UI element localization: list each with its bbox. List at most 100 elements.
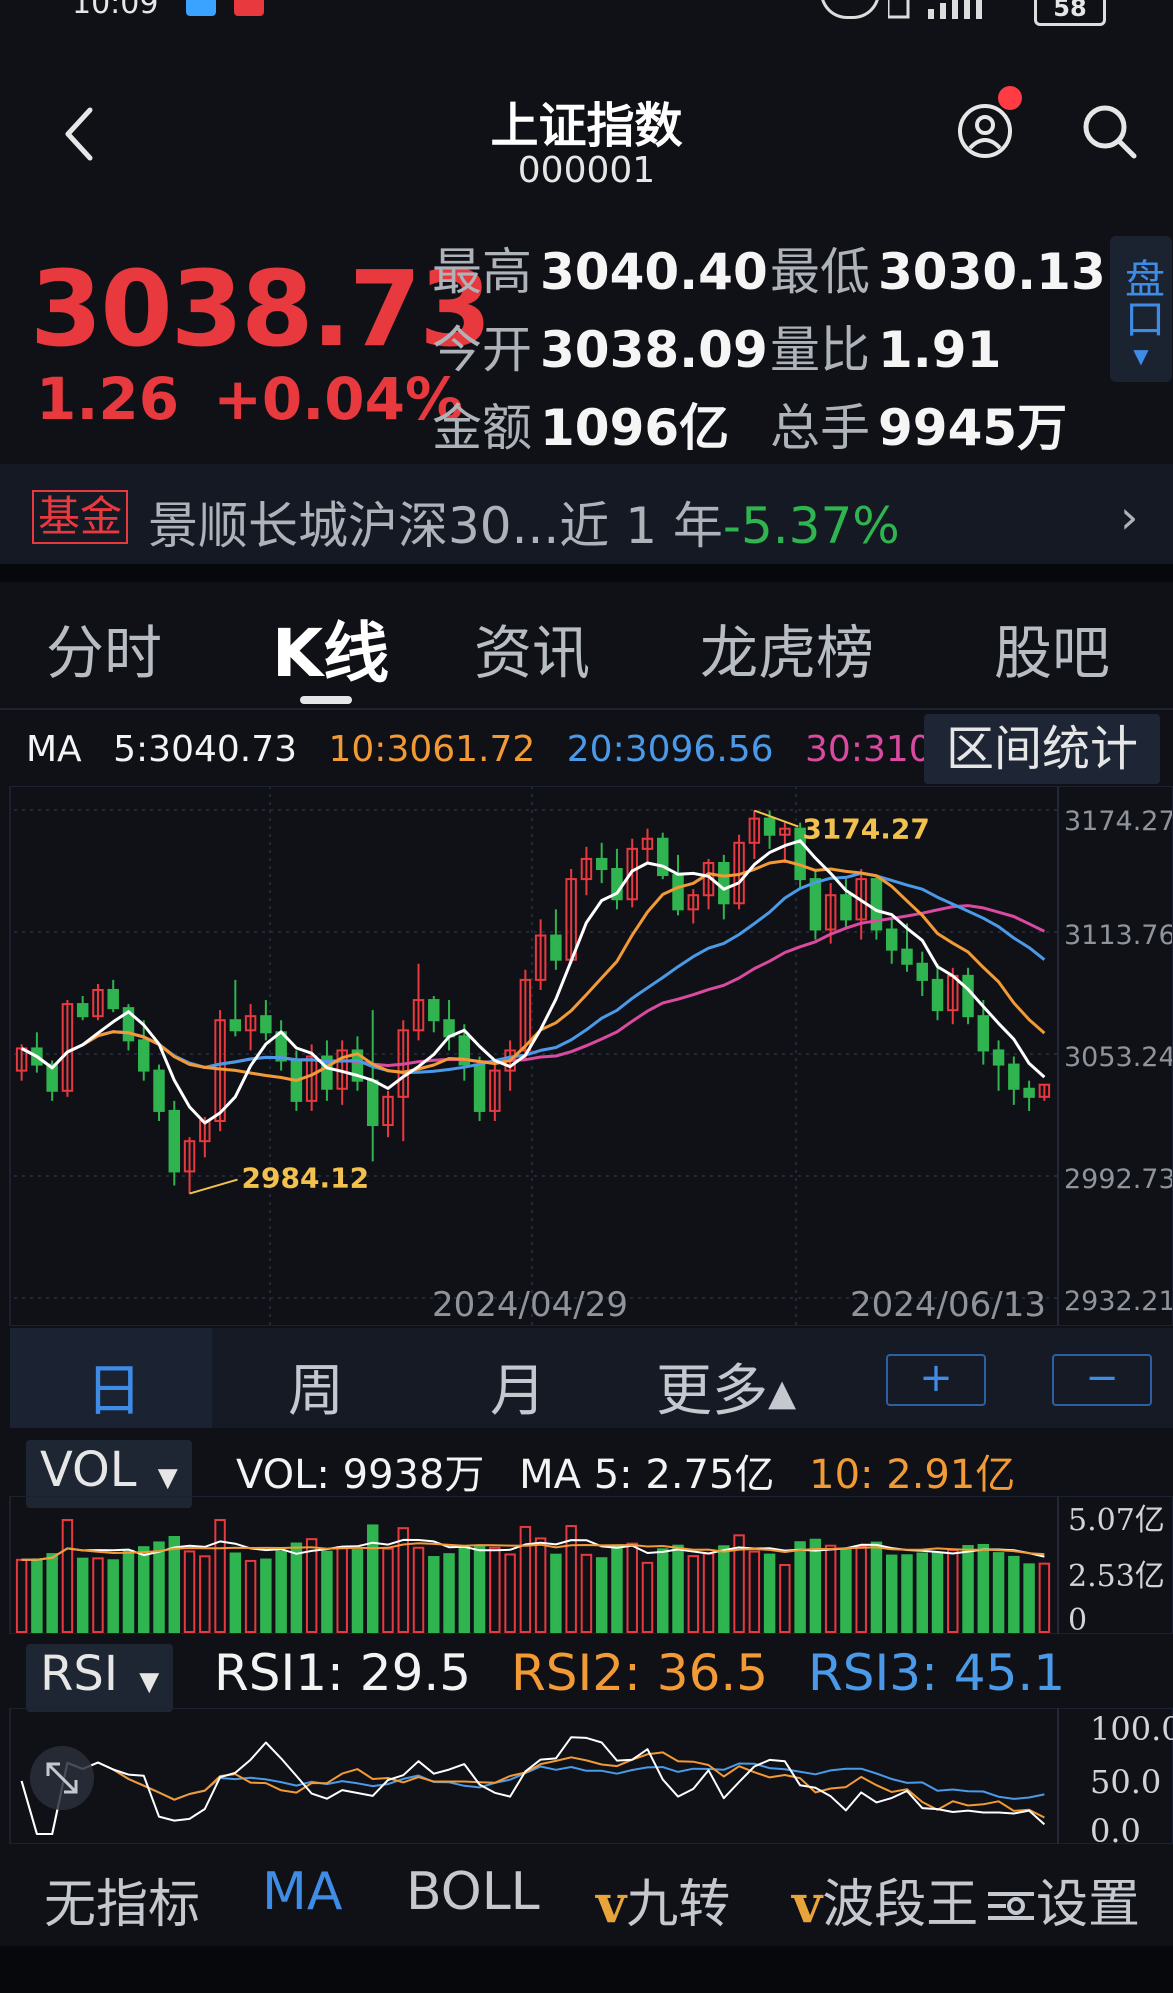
settings-sliders-icon [988, 1892, 1034, 1920]
volume-bar [46, 1553, 58, 1633]
rsi1-value: RSI1: 29.5 [214, 1644, 472, 1702]
period-day[interactable]: 日 [86, 1346, 142, 1427]
volume-bar [626, 1542, 638, 1634]
low-annotation-line [189, 1178, 238, 1195]
candle-body [809, 878, 822, 931]
volume-bar [550, 1553, 562, 1633]
volume-bar [595, 1557, 608, 1633]
period-week[interactable]: 周 [288, 1346, 344, 1427]
rsi3-value: RSI3: 45.1 [808, 1644, 1066, 1702]
tab-timeshare[interactable]: 分时 [46, 606, 162, 690]
indicator-settings[interactable]: 设置 [986, 1862, 1140, 1937]
candle-body [107, 988, 119, 1010]
volume-bar [290, 1542, 303, 1634]
candle-body [992, 1049, 1005, 1066]
candle-body [229, 1019, 242, 1032]
caret-down-icon: ▼ [139, 1667, 160, 1697]
volume-bar [428, 1556, 440, 1634]
rsi-chart[interactable]: 100.0 50.0 0.0 [0, 1708, 1173, 1844]
indicator-boll[interactable]: BOLL [406, 1862, 540, 1922]
volume-bar [794, 1541, 806, 1634]
volume-bar [534, 1537, 547, 1633]
tab-news[interactable]: 资讯 [474, 606, 590, 690]
app-notification-icon-2 [234, 0, 264, 16]
range-stats-button[interactable]: 区间统计 [924, 714, 1160, 784]
volume-bar [840, 1548, 852, 1633]
tab-dragon-tiger[interactable]: 龙虎榜 [700, 606, 874, 690]
y-tick-label: 100.0 [1090, 1710, 1173, 1748]
y-tick-label: 50.0 [1090, 1763, 1161, 1801]
volume-bar [580, 1553, 593, 1633]
tab-forum[interactable]: 股吧 [994, 606, 1110, 690]
indicator-ma[interactable]: MA [262, 1862, 342, 1922]
volume-bar [916, 1552, 928, 1633]
volume-bar [305, 1538, 318, 1633]
volume-bar [351, 1549, 364, 1633]
search-button[interactable] [1080, 102, 1138, 160]
vol-legend: VOL: 9938万 MA 5: 2.75亿 10: 2.91亿 [236, 1442, 1037, 1500]
indicator-jiuzhuan[interactable]: v九转 [596, 1862, 730, 1937]
chevron-right-icon[interactable]: › [1120, 490, 1138, 544]
volume-bar [763, 1553, 776, 1633]
zoom-in-button[interactable]: + [886, 1354, 986, 1406]
indicator-none[interactable]: 无指标 [44, 1862, 200, 1937]
caret-down-icon: ▼ [157, 1463, 178, 1493]
volume-bar [473, 1544, 486, 1633]
zoom-out-button[interactable]: − [1052, 1354, 1152, 1406]
period-more[interactable]: 更多▴ [656, 1346, 796, 1427]
volume-bar [1038, 1562, 1051, 1633]
user-button[interactable] [956, 102, 1014, 160]
indicator-boduan[interactable]: v波段王 [792, 1862, 978, 1937]
y-tick-label: 5.07亿 [1068, 1503, 1165, 1538]
volume-bar [489, 1546, 501, 1634]
fund-name: 景顺长城沪深30...近 1 年 [148, 497, 723, 555]
y-tick-label: 3113.76 [1064, 920, 1173, 951]
volume-bar [214, 1519, 226, 1633]
volume-bar [382, 1547, 394, 1633]
tab-kline[interactable]: K线 [272, 600, 389, 696]
period-month[interactable]: 月 [490, 1346, 546, 1427]
volume-bar [1023, 1563, 1035, 1633]
volume-bar [76, 1557, 89, 1633]
change-percent: +0.04% [213, 365, 464, 433]
caret-down-icon: ▼ [1133, 344, 1149, 368]
volume-bar [336, 1546, 348, 1634]
ma5-value: 5:3040.73 [113, 729, 298, 770]
x-tick-label: 2024/06/13 [850, 1285, 1046, 1325]
volume-bar [702, 1552, 715, 1633]
y-tick-label: 2932.21 [1064, 1286, 1173, 1317]
signal-icon [886, 0, 998, 19]
kline-chart[interactable]: 3174.27 3113.76 3053.24 2992.73 2932.21 2024/… [0, 786, 1173, 1326]
candle-body [916, 962, 928, 981]
volume-bar [153, 1541, 165, 1633]
pankou-button[interactable]: 盘口 ▼ [1110, 236, 1172, 382]
price-change: 1.26 +0.04% [36, 365, 463, 433]
candle-body [428, 999, 440, 1022]
volume-bar [229, 1552, 242, 1633]
volume-bar [977, 1543, 990, 1633]
volume-bar [1008, 1555, 1020, 1633]
volume-bar [244, 1559, 257, 1633]
volume-bar [199, 1555, 211, 1634]
volume-bar [672, 1544, 684, 1633]
fund-info: 景顺长城沪深30...近 1 年-5.37% [148, 486, 900, 558]
volume-chart[interactable]: 5.07亿 2.53亿 0 [0, 1496, 1173, 1634]
vol-ma5: MA 5: 2.75亿 [519, 1452, 775, 1498]
rsi-selector[interactable]: RSI ▼ [26, 1644, 174, 1712]
candle-body [153, 1069, 165, 1112]
stat-total-hands: 总手 9945万 [770, 399, 1068, 457]
current-price: 3038.73 [30, 248, 492, 370]
candle-body [550, 934, 562, 961]
high-annotation-line [753, 809, 799, 828]
volume-bar [855, 1545, 867, 1633]
volume-bar [138, 1546, 150, 1633]
candle-body [901, 948, 913, 965]
candle-body [473, 1063, 486, 1112]
stat-open: 今开 3038.09 [432, 321, 768, 379]
volume-bar [931, 1552, 944, 1633]
candle-body [962, 974, 974, 1018]
candle-body [138, 1039, 150, 1072]
v-badge-icon: v [792, 1874, 823, 1935]
candle-body [366, 1079, 379, 1127]
volume-bar [31, 1558, 43, 1634]
